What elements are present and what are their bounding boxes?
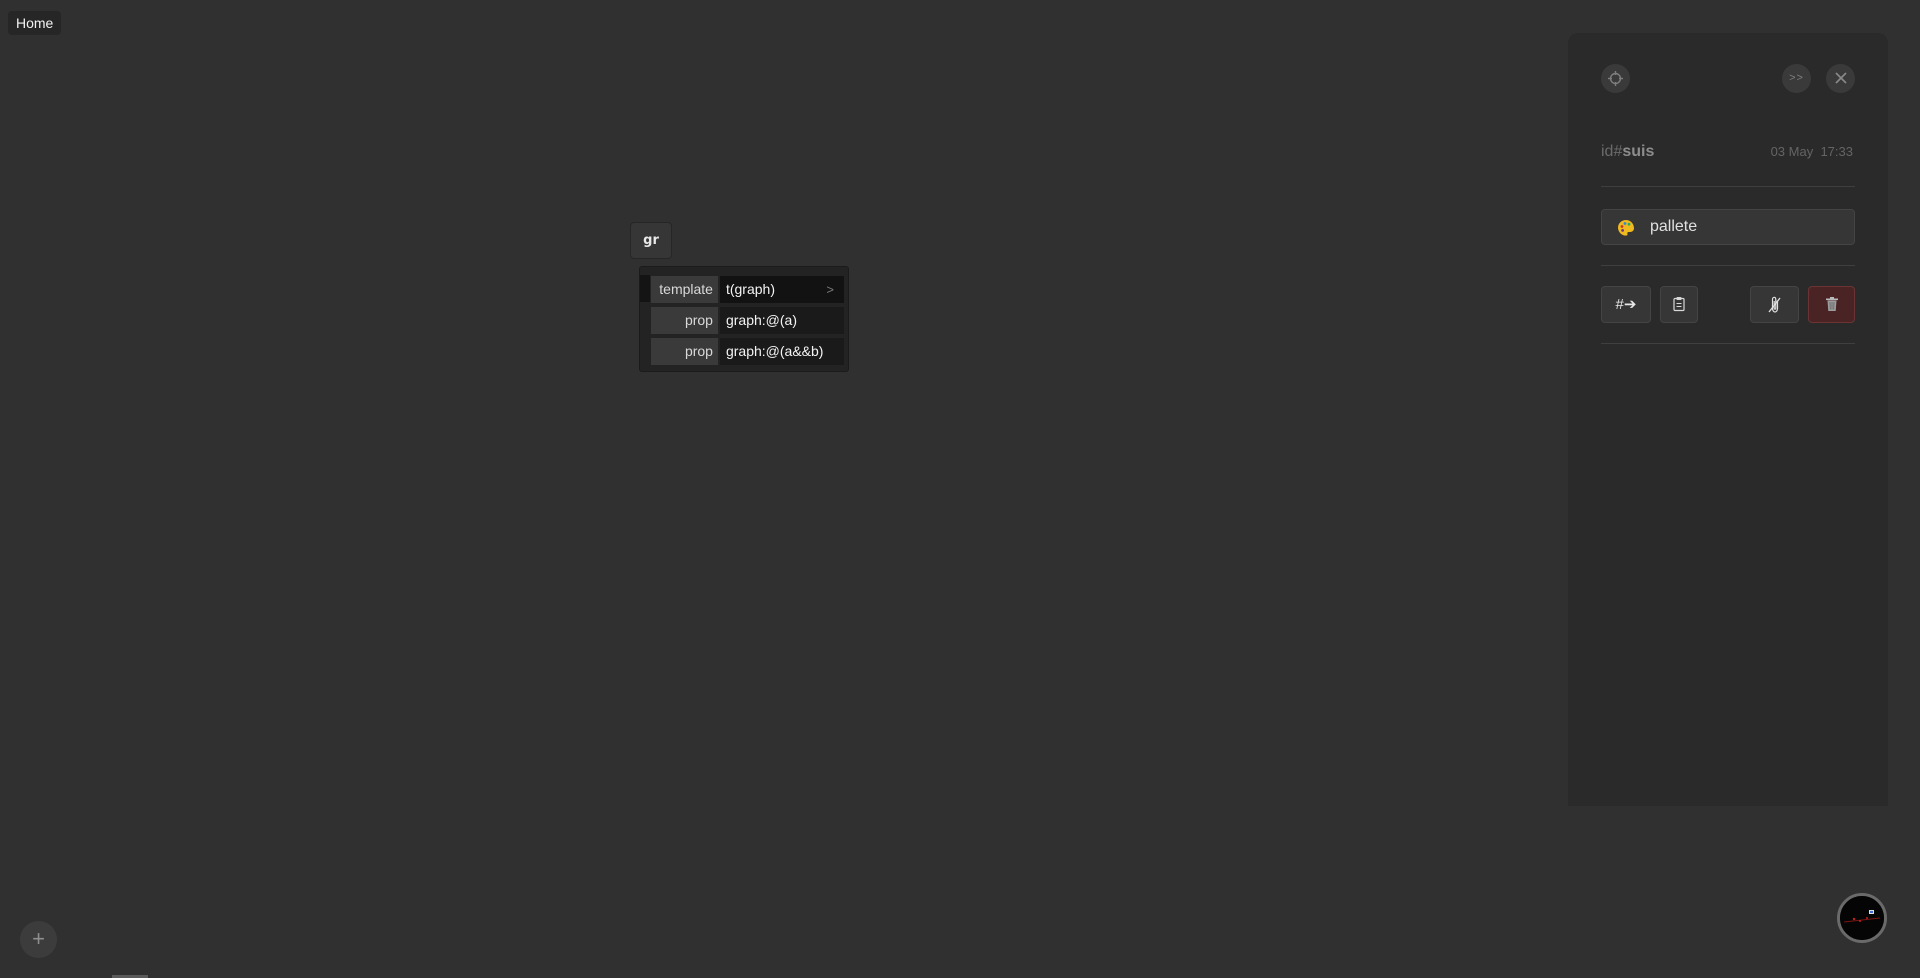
pallete-field[interactable]: pallete bbox=[1601, 209, 1855, 245]
add-node-button[interactable]: + bbox=[20, 921, 57, 958]
detach-button[interactable] bbox=[1750, 286, 1799, 323]
avatar[interactable] bbox=[1837, 893, 1887, 943]
pallete-label: pallete bbox=[1650, 218, 1698, 235]
close-button[interactable] bbox=[1826, 64, 1855, 93]
row-value[interactable]: graph:@(a) bbox=[719, 307, 844, 334]
row-value-text: t(graph) bbox=[725, 281, 775, 297]
row-key: prop bbox=[651, 307, 718, 334]
paperclip-slash-icon bbox=[1767, 296, 1781, 313]
timestamp-date: 03 May bbox=[1770, 144, 1814, 159]
copy-button[interactable] bbox=[1660, 286, 1698, 323]
close-icon bbox=[1834, 72, 1847, 84]
target-icon bbox=[1608, 71, 1623, 86]
id-prefix: id# bbox=[1601, 143, 1623, 160]
row-value[interactable]: t(graph) > bbox=[719, 276, 844, 303]
avatar-image bbox=[1840, 896, 1884, 940]
row-marker bbox=[640, 275, 650, 302]
node-id: id#suis bbox=[1601, 143, 1654, 161]
home-tab[interactable]: Home bbox=[8, 11, 62, 35]
clipboard-icon bbox=[1673, 297, 1685, 312]
timestamp-time: 17:33 bbox=[1820, 144, 1853, 159]
palette-icon bbox=[1618, 220, 1634, 236]
row-value[interactable]: graph:@(a&&b) bbox=[719, 338, 844, 365]
divider bbox=[1601, 186, 1855, 187]
row-key: template bbox=[651, 276, 718, 303]
trash-icon bbox=[1825, 297, 1838, 311]
node-row-prop[interactable]: prop graph:@(a) bbox=[640, 306, 844, 335]
timestamp: 03 May 17:33 bbox=[1771, 144, 1853, 159]
hash-link-button[interactable]: #➔ bbox=[1601, 286, 1651, 323]
node-row-template[interactable]: template t(graph) > bbox=[640, 275, 844, 304]
node-row-prop[interactable]: prop graph:@(a&&b) bbox=[640, 337, 844, 366]
details-panel: >> id#suis 03 May 17:33 pallete #➔ bbox=[1568, 33, 1888, 806]
divider bbox=[1601, 343, 1855, 344]
graph-canvas[interactable]: Home gr template t(graph) > prop graph:@… bbox=[0, 0, 1920, 978]
node-chip[interactable]: gr bbox=[630, 222, 672, 259]
focus-button[interactable] bbox=[1601, 64, 1630, 93]
node-card[interactable]: template t(graph) > prop graph:@(a) prop… bbox=[639, 266, 849, 372]
chevron-right-icon[interactable]: > bbox=[826, 276, 834, 303]
divider bbox=[1601, 265, 1855, 266]
expand-button[interactable]: >> bbox=[1782, 64, 1811, 93]
delete-button[interactable] bbox=[1808, 286, 1855, 323]
row-key: prop bbox=[651, 338, 718, 365]
id-value: suis bbox=[1622, 143, 1655, 160]
